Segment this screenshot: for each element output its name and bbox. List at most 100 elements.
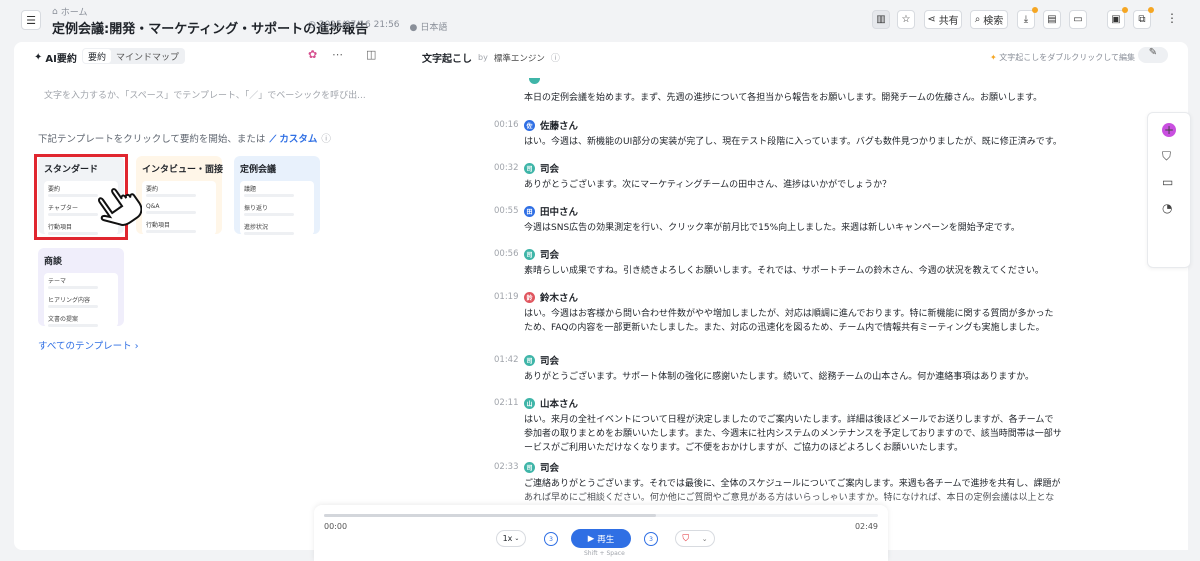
engine-selector[interactable]: 標準エンジン bbox=[494, 52, 545, 64]
avatar: 鈴 bbox=[524, 291, 535, 303]
speaker[interactable]: 山山本さん bbox=[524, 396, 578, 410]
collapse-panel-icon[interactable]: ◫ bbox=[366, 48, 376, 61]
play-button[interactable]: ▶ 再生 bbox=[571, 529, 631, 548]
speaker-name: 司会 bbox=[540, 356, 560, 367]
speaker[interactable]: 田田中さん bbox=[524, 204, 578, 218]
shortcut-hint: Shift + Space bbox=[584, 550, 625, 557]
speaker[interactable]: 司司会 bbox=[524, 353, 559, 367]
more-menu-icon[interactable]: ⋮ bbox=[1166, 11, 1178, 25]
template-hint: 下記テンプレートをクリックして要約を開始、または ⟋ カスタム ⓘ bbox=[38, 131, 331, 145]
transcript-text[interactable]: ありがとうございます。サポート体制の強化に感謝いたします。続いて、総務チームの山… bbox=[524, 370, 1062, 384]
summary-view-switch: 要約 マインドマップ bbox=[82, 48, 186, 64]
custom-template-link[interactable]: ⟋ カスタム bbox=[269, 131, 317, 145]
save-button[interactable]: ▣ bbox=[1107, 7, 1128, 29]
template-card-sales[interactable]: 商談 テーマ ヒアリング内容 文書の提案 bbox=[38, 248, 124, 327]
template-hint-text: 下記テンプレートをクリックして要約を開始、または bbox=[38, 134, 266, 145]
download-button[interactable]: ⤓ bbox=[1017, 7, 1038, 29]
search-icon: ⌕ bbox=[974, 14, 981, 25]
more-options-icon[interactable]: ⋯ bbox=[332, 48, 343, 61]
avatar: 司 bbox=[524, 461, 535, 473]
info-icon[interactable]: ⓘ bbox=[321, 131, 331, 145]
timestamp[interactable]: 00:32 bbox=[494, 163, 519, 173]
breadcrumb-home[interactable]: ホーム bbox=[61, 5, 88, 18]
breadcrumb[interactable]: ⌂ ホーム bbox=[52, 5, 88, 19]
comment-icon[interactable]: ▭ bbox=[1162, 175, 1173, 189]
top-bar: ☰ ⌂ ホーム 定例会議:開発・マーケティング・サポートの進捗報告 ◷ 2025/… bbox=[0, 0, 1200, 40]
search-button[interactable]: ⌕ 検索 bbox=[970, 10, 1008, 29]
notification-dot bbox=[1032, 7, 1038, 13]
avatar: 司 bbox=[524, 162, 535, 174]
bookmark-add-icon[interactable]: ⛉ bbox=[1162, 149, 1171, 164]
transcript-text[interactable]: ありがとうございます。次にマーケティングチームの田中さん、進捗はいかがでしょうか… bbox=[524, 178, 1062, 192]
transcript-text[interactable]: 本日の定例会議を始めます。まず、先週の進捗について各担当から報告をお願いします。… bbox=[524, 91, 1062, 105]
template-card-regular-meeting[interactable]: 定例会議 議題 振り返り 進捗状況 bbox=[234, 156, 320, 235]
transcript-text[interactable]: はい。来月の全社イベントについて日程が決定しましたのでご案内いたします。詳細は後… bbox=[524, 413, 1062, 455]
transcript-text[interactable]: はい。今週は、新機能のUI部分の実装が完了し、現在テスト段階に入っています。バグ… bbox=[524, 135, 1062, 149]
tab-mindmap[interactable]: マインドマップ bbox=[111, 49, 184, 63]
transcript-text[interactable]: 今週はSNS広告の効果測定を行い、クリック率が前月比で15%向上しました。来週は… bbox=[524, 221, 1062, 235]
datetime-text: 2025/07/16 21:56 bbox=[318, 20, 400, 30]
timestamp[interactable]: 00:56 bbox=[494, 249, 519, 259]
edit-tip-text: 文字起こしをダブルクリックして編集 bbox=[999, 53, 1136, 62]
bookmark-icon: ⛉ bbox=[682, 533, 690, 544]
bookmark-button[interactable]: ⛉ ⌄ bbox=[675, 530, 715, 547]
ai-assistant-icon[interactable]: ✿ bbox=[308, 48, 317, 61]
meta-language[interactable]: ● 日本語 bbox=[410, 20, 448, 33]
timestamp[interactable]: 02:33 bbox=[494, 462, 519, 472]
download-icon: ⤓ bbox=[1023, 14, 1029, 25]
avatar: 山 bbox=[524, 397, 535, 409]
edit-button[interactable]: ✎ bbox=[1138, 47, 1168, 63]
info-icon[interactable]: ⓘ bbox=[551, 51, 560, 64]
speaker[interactable]: 司司会 bbox=[524, 460, 559, 474]
speaker[interactable]: 鈴鈴木さん bbox=[524, 290, 578, 304]
timestamp[interactable]: 00:55 bbox=[494, 206, 519, 216]
all-templates-link[interactable]: すべてのテンプレート › bbox=[38, 338, 139, 352]
speaker-name: 司会 bbox=[540, 250, 560, 261]
pointer-hand-icon bbox=[97, 188, 142, 226]
timestamp[interactable]: 01:42 bbox=[494, 355, 519, 365]
clock-icon: ◷ bbox=[308, 20, 316, 30]
share-button[interactable]: ⋖ 共有 bbox=[924, 10, 962, 29]
copy-icon: ⧉ bbox=[1138, 14, 1146, 25]
template-preview: 要約 Q&A 行動項目 bbox=[142, 181, 216, 235]
speaker-name: 司会 bbox=[540, 463, 560, 474]
notification-dot bbox=[1122, 7, 1128, 13]
export-button[interactable]: ▤ bbox=[1043, 10, 1061, 29]
transcript-text[interactable]: 素晴らしい成果ですね。引き続きよろしくお願いします。それでは、サポートチームの鈴… bbox=[524, 264, 1062, 278]
summary-input[interactable]: 文字を入力するか、「スペース」でテンプレート、「／」でベーシックを呼び出... bbox=[44, 88, 366, 101]
avatar: 佐 bbox=[524, 119, 535, 131]
speaker[interactable]: 佐佐藤さん bbox=[524, 118, 578, 132]
avatar: 司 bbox=[524, 248, 535, 260]
timestamp[interactable]: 02:11 bbox=[494, 398, 519, 408]
skip-forward-button[interactable]: 3 bbox=[644, 532, 658, 546]
speaker-name: 山本さん bbox=[540, 399, 579, 410]
speaker[interactable]: 司司会 bbox=[524, 161, 559, 175]
language-text: 日本語 bbox=[420, 23, 448, 33]
tab-summary[interactable]: 要約 bbox=[83, 49, 112, 63]
template-item: ヒアリング内容 bbox=[48, 297, 91, 304]
folder-button[interactable]: ▭ bbox=[1069, 10, 1087, 29]
speed-selector[interactable]: 1x ⌄ bbox=[496, 530, 526, 547]
timestamp[interactable]: 01:19 bbox=[494, 292, 519, 302]
favorite-button[interactable]: ☆ bbox=[897, 10, 915, 29]
progress-bar[interactable] bbox=[324, 514, 878, 517]
transcript-text[interactable]: はい。今週はお客様から問い合わせ件数がやや増加しましたが、対応は順調に進んでおり… bbox=[524, 307, 1062, 335]
copy-button[interactable]: ⧉ bbox=[1133, 7, 1154, 29]
speaker[interactable]: 司司会 bbox=[524, 247, 559, 261]
share-icon: ⋖ bbox=[927, 14, 936, 25]
template-item: 要約 bbox=[146, 186, 159, 193]
share-label: 共有 bbox=[938, 16, 959, 27]
template-card-interview[interactable]: インタビュー・面接 要約 Q&A 行動項目 bbox=[136, 156, 224, 235]
template-title: インタビュー・面接 bbox=[142, 165, 224, 175]
ai-summary-title: ✦ AI要約 bbox=[34, 50, 77, 65]
chart-pie-icon[interactable]: ◔ bbox=[1162, 201, 1172, 215]
timestamp[interactable]: 00:16 bbox=[494, 120, 519, 130]
transcript-header: 文字起こし by 標準エンジン ⓘ bbox=[422, 50, 560, 65]
transcript-title: 文字起こし bbox=[422, 54, 472, 65]
avatar bbox=[529, 78, 540, 84]
menu-button[interactable]: ☰ bbox=[21, 10, 41, 30]
template-item: テーマ bbox=[48, 278, 67, 285]
layout-toggle-button[interactable]: ▥ bbox=[872, 10, 890, 29]
ai-add-icon[interactable]: + bbox=[1162, 123, 1176, 137]
skip-back-button[interactable]: 3 bbox=[544, 532, 558, 546]
